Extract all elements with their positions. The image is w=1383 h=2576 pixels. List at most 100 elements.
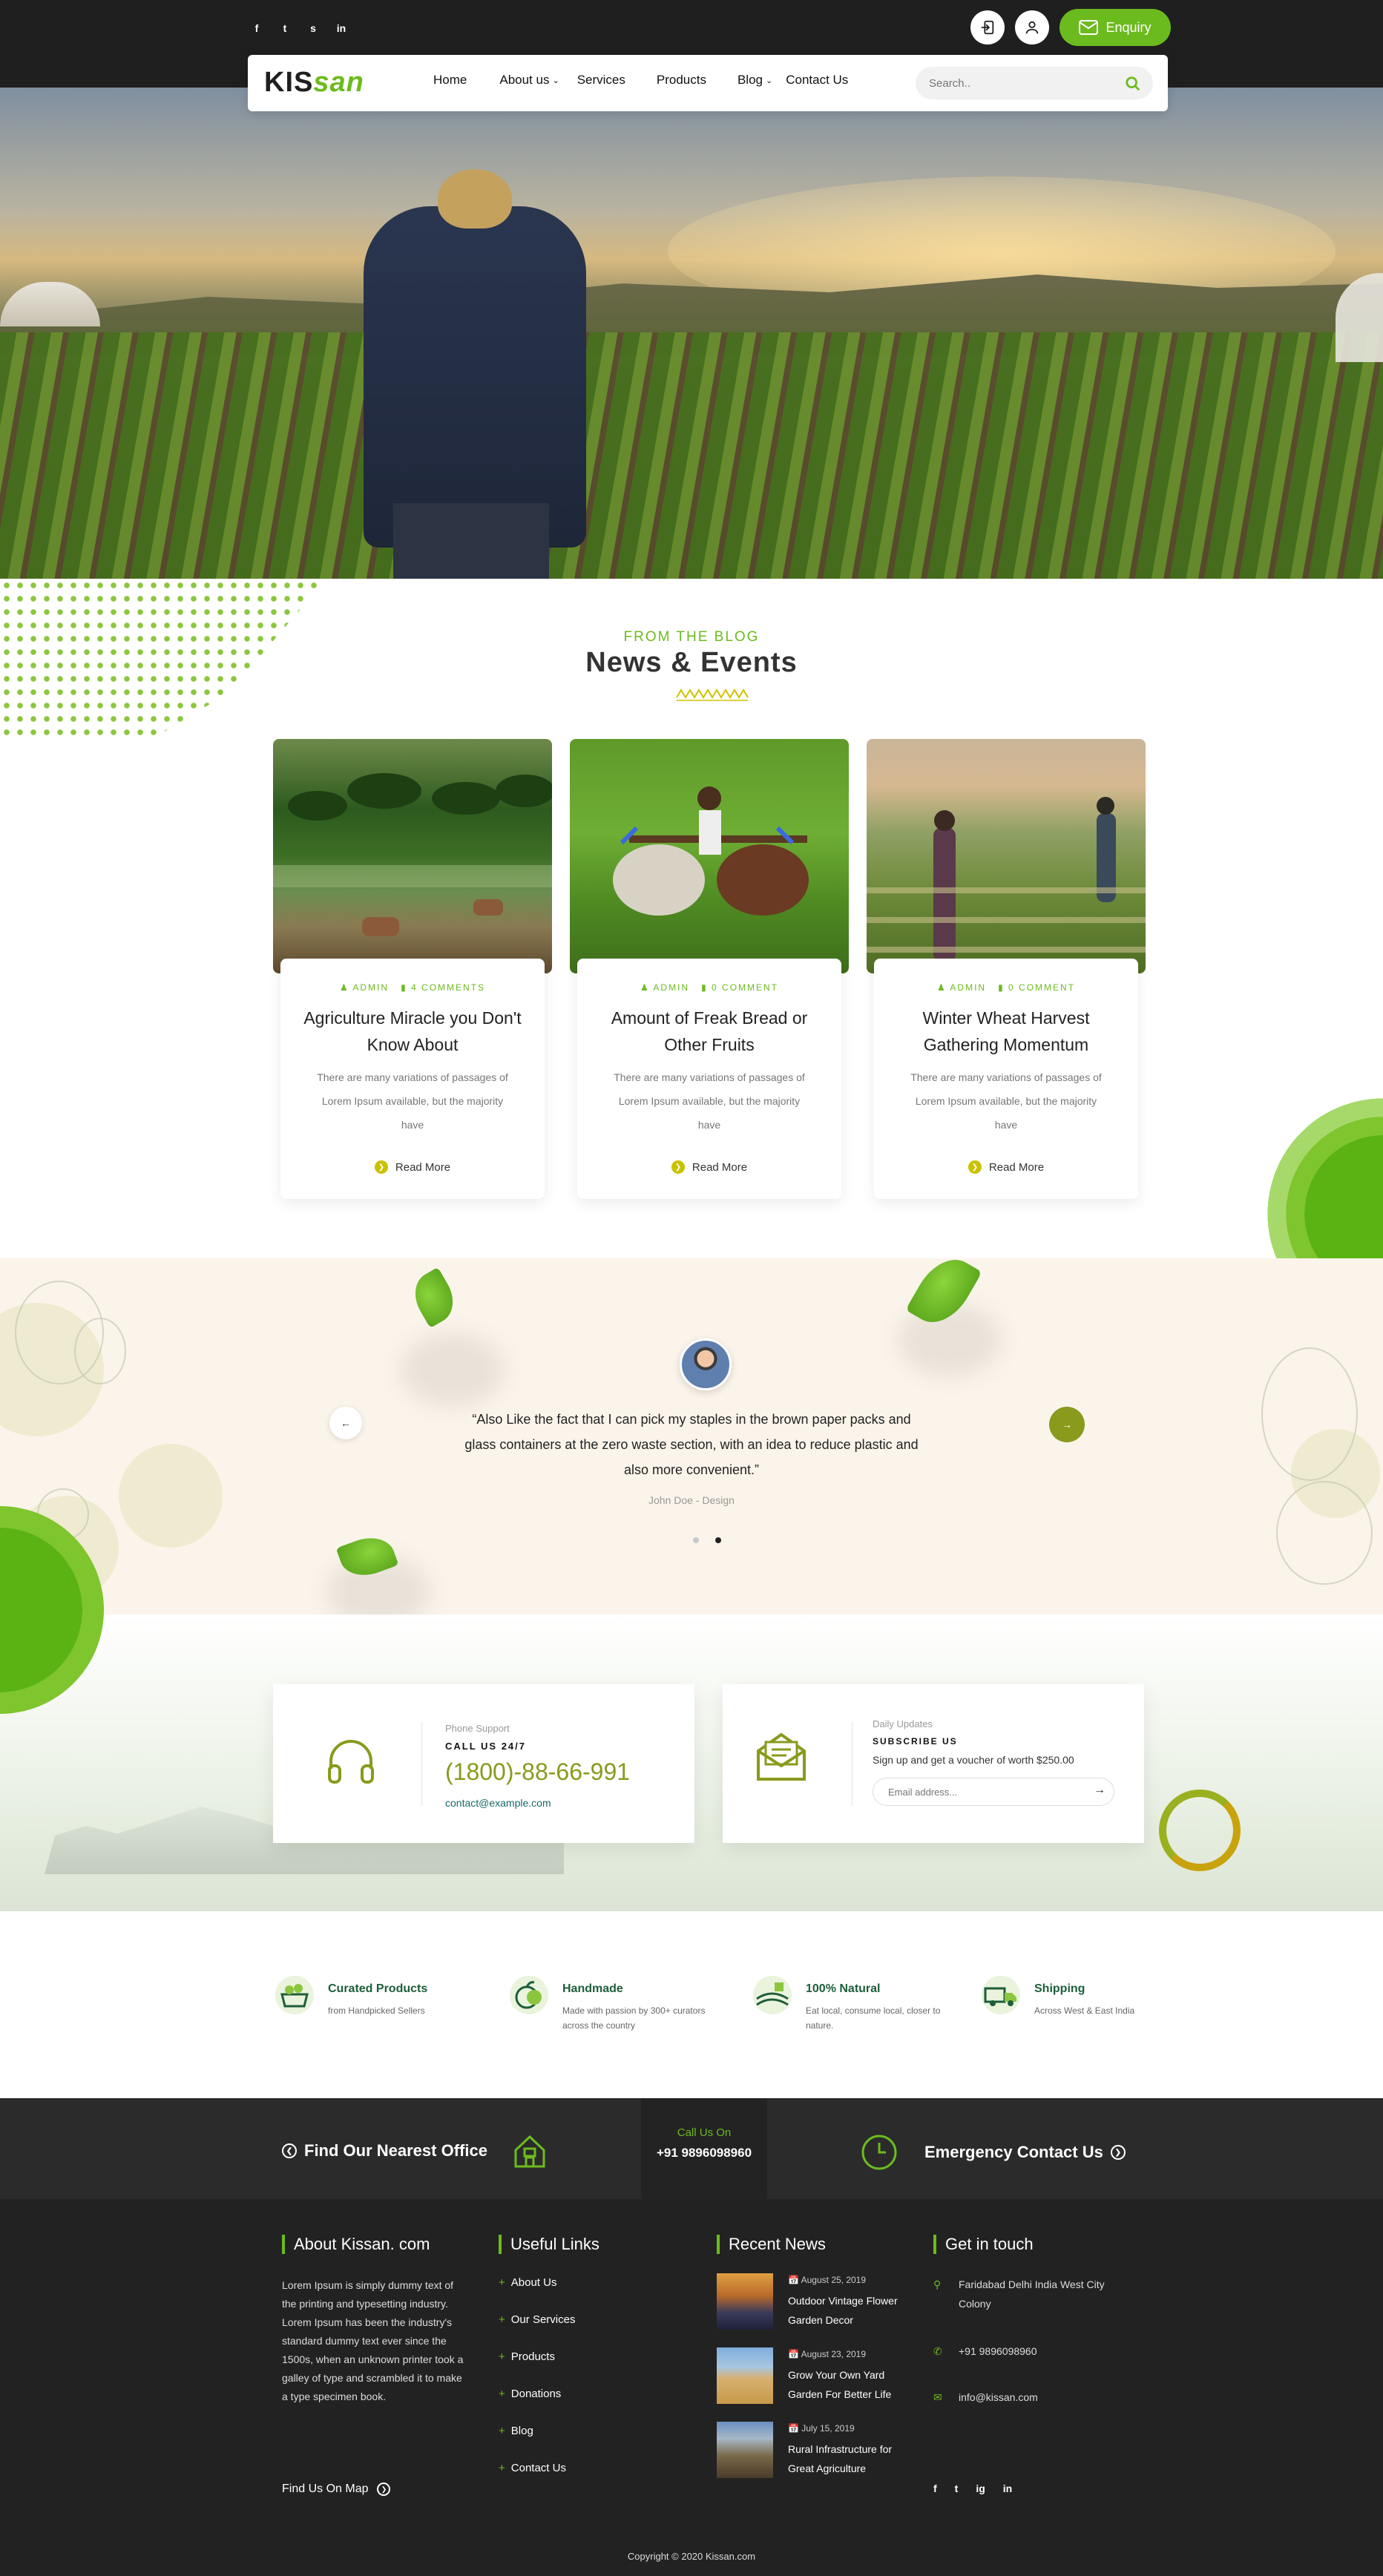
nav-item-blog[interactable]: Blog ⌄ [738, 73, 772, 88]
footer: About Kissan. com Lorem Ipsum is simply … [0, 2199, 1383, 2576]
support-phone[interactable]: (1800)-88-66-991 [445, 1758, 630, 1786]
footer-link-services[interactable]: + Our Services [499, 2313, 575, 2326]
footer-link-products[interactable]: + Products [499, 2350, 555, 2363]
blog-card-title[interactable]: Winter Wheat Harvest Gathering Momentum [896, 1005, 1116, 1058]
search-icon[interactable] [1125, 76, 1141, 92]
blog-card-image[interactable] [867, 739, 1146, 973]
feature-title: 100% Natural [806, 1982, 881, 1995]
post-author[interactable]: ADMIN [653, 982, 689, 993]
blog-card-excerpt: There are many variations of passages of… [614, 1071, 805, 1131]
twitter-icon[interactable]: t [955, 2483, 959, 2494]
news-item[interactable]: 📅 August 25, 2019 Outdoor Vintage Flower… [717, 2273, 917, 2333]
read-more-link[interactable]: ❯ Read More [874, 1160, 1138, 1174]
linkedin-icon[interactable]: in [1003, 2483, 1012, 2494]
site-logo[interactable]: KISsan [264, 67, 364, 99]
find-office-label: Find Our Nearest Office [304, 2141, 487, 2160]
post-comments[interactable]: 0 COMMENT [712, 982, 778, 993]
field-icon [752, 1975, 792, 2015]
blog-card-excerpt: There are many variations of passages of… [317, 1071, 508, 1131]
feature-desc: Across West & East India [1034, 2005, 1135, 2016]
arrow-left-icon: ❮ [282, 2143, 297, 2158]
next-slide-button[interactable]: → [1049, 1407, 1085, 1442]
post-author[interactable]: ADMIN [950, 982, 986, 993]
post-author[interactable]: ADMIN [352, 982, 389, 993]
pager-dot[interactable] [693, 1537, 699, 1543]
read-more-link[interactable]: ❯ Read More [280, 1160, 545, 1174]
skype-icon[interactable]: s [307, 22, 319, 34]
decorative-ring-right [1220, 1051, 1383, 1260]
facebook-icon[interactable]: f [251, 22, 263, 34]
feature-title: Shipping [1034, 1982, 1085, 1995]
call-label: CALL US 24/7 [445, 1741, 527, 1752]
find-office-link[interactable]: ❮ Find Our Nearest Office [282, 2134, 547, 2168]
post-comments[interactable]: 0 COMMENT [1008, 982, 1075, 993]
news-item[interactable]: 📅 August 23, 2019 Grow Your Own Yard Gar… [717, 2347, 917, 2407]
nav-label: Products [656, 73, 706, 87]
pager-dot-active[interactable] [715, 1537, 721, 1543]
footer-link-contact[interactable]: + Contact Us [499, 2462, 566, 2474]
blog-card-image[interactable] [570, 739, 849, 973]
subscribe-submit-icon[interactable]: → [1094, 1784, 1106, 1797]
find-us-map-link[interactable]: Find Us On Map ❯ [282, 2483, 391, 2496]
footer-link-label: Donations [510, 2388, 562, 2400]
mail-icon: ✉ [933, 2391, 942, 2403]
news-title[interactable]: Rural Infrastructure for Great Agricultu… [788, 2439, 914, 2478]
blog-card-body: ♟ ADMIN ▮ 0 COMMENT Winter Wheat Harvest… [874, 959, 1138, 1199]
feature-desc: from Handpicked Sellers [328, 2005, 425, 2016]
news-title[interactable]: Grow Your Own Yard Garden For Better Lif… [788, 2365, 914, 2404]
footer-link-donations[interactable]: + Donations [499, 2388, 561, 2400]
enquiry-button[interactable]: Enquiry [1060, 9, 1171, 46]
leaf-icon [405, 1266, 463, 1329]
blog-card[interactable]: ♟ ADMIN ▮ 0 COMMENT Amount of Freak Brea… [570, 739, 849, 1199]
footer-news-title: Recent News [717, 2235, 924, 2254]
facebook-icon[interactable]: f [933, 2483, 937, 2494]
prev-slide-button[interactable]: ← [329, 1407, 362, 1439]
feature-desc: Made with passion by 300+ curators acros… [562, 2005, 706, 2031]
read-more-link[interactable]: ❯ Read More [577, 1160, 841, 1174]
nav-item-home[interactable]: Home [433, 73, 467, 88]
nav-label: Contact Us [786, 73, 849, 87]
post-comments[interactable]: 4 COMMENTS [411, 982, 485, 993]
map-pin-icon: ⚲ [933, 2278, 942, 2290]
blog-card-image[interactable] [273, 739, 552, 973]
search-input[interactable] [929, 67, 1114, 99]
news-thumbnail[interactable] [717, 2347, 773, 2404]
daily-updates-label: Daily Updates [873, 1718, 933, 1729]
call-us-label: Call Us On [677, 2126, 732, 2139]
news-title[interactable]: Outdoor Vintage Flower Garden Decor [788, 2291, 914, 2330]
support-email[interactable]: contact@example.com [445, 1797, 551, 1809]
testimonial-section: ← “Also Like the fact that I can pick my… [0, 1258, 1383, 1614]
office-band: ❮ Find Our Nearest Office Call Us On +91… [0, 2098, 1383, 2199]
blog-card-excerpt: There are many variations of passages of… [910, 1071, 1102, 1131]
blog-card-body: ♟ ADMIN ▮ 4 COMMENTS Agriculture Miracle… [280, 959, 545, 1199]
footer-link-label: Products [510, 2350, 555, 2363]
twitter-icon[interactable]: t [279, 22, 291, 34]
nav-item-contact[interactable]: Contact Us [786, 73, 848, 88]
footer-links-title: Useful Links [499, 2235, 677, 2254]
news-thumbnail[interactable] [717, 2422, 773, 2478]
news-item[interactable]: 📅 July 15, 2019 Rural Infrastructure for… [717, 2422, 917, 2481]
email-input[interactable] [873, 1778, 1114, 1806]
instagram-icon[interactable]: ig [976, 2483, 985, 2494]
arrow-left-icon: ← [341, 1417, 351, 1429]
subscribe-text: Sign up and get a voucher of worth $250.… [873, 1754, 1074, 1766]
nav-item-about[interactable]: About us ⌄ [499, 73, 559, 88]
call-us-number[interactable]: +91 9896098960 [641, 2146, 767, 2161]
nav-item-products[interactable]: Products [657, 73, 706, 88]
hero-crop-rows [0, 332, 1383, 579]
user-button[interactable] [1015, 10, 1049, 45]
footer-link-blog[interactable]: + Blog [499, 2425, 533, 2437]
news-thumbnail[interactable] [717, 2273, 773, 2330]
linkedin-icon[interactable]: in [335, 22, 347, 34]
nav-item-services[interactable]: Services [577, 73, 625, 88]
enquiry-label: Enquiry [1106, 19, 1152, 35]
blog-card-title[interactable]: Agriculture Miracle you Don't Know About [303, 1005, 522, 1058]
blog-card[interactable]: ♟ ADMIN ▮ 4 COMMENTS Agriculture Miracle… [273, 739, 552, 1199]
blog-card-title[interactable]: Amount of Freak Bread or Other Fruits [599, 1005, 819, 1058]
footer-link-about[interactable]: + About Us [499, 2276, 556, 2289]
login-button[interactable] [970, 10, 1005, 45]
footer-contact: Get in touch ⚲ Faridabad Delhi India Wes… [933, 2235, 1126, 2531]
phone-icon: ✆ [933, 2345, 942, 2357]
blog-card[interactable]: ♟ ADMIN ▮ 0 COMMENT Winter Wheat Harvest… [867, 739, 1146, 1199]
emergency-contact-link[interactable]: Emergency Contact Us ❯ [861, 2134, 1126, 2171]
